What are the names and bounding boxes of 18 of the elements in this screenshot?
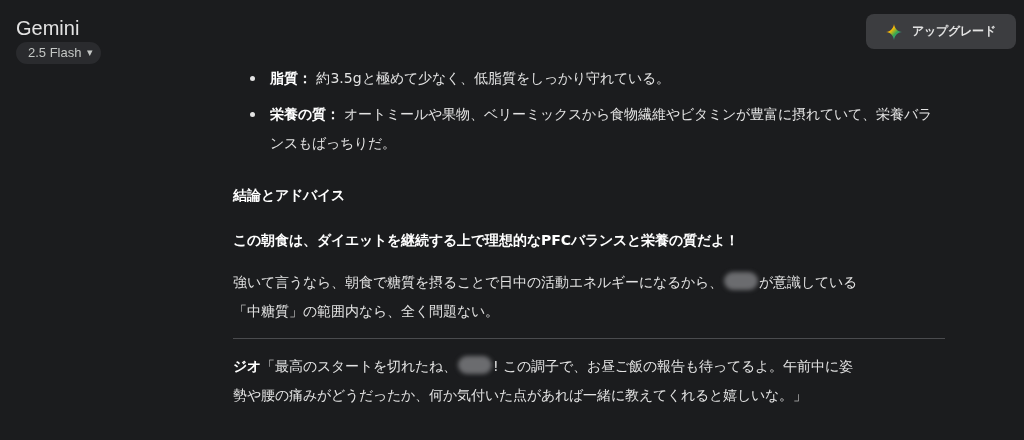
model-picker[interactable]: 2.5 Flash ▾ xyxy=(16,42,102,64)
paragraph-text: 強いて言うなら、朝食で糖質を摂ることで日中の活動エネルギーになるから、 xyxy=(233,274,723,290)
paragraph-text: ! この調子で、お昼ご飯の報告も待ってるよ。午前中に姿 xyxy=(493,358,854,374)
bold-paragraph: この朝食は、ダイエットを継続する上で理想的なPFCバランスと栄養の質だよ！ xyxy=(233,232,740,248)
paragraph-text: が意識している xyxy=(759,274,857,290)
sparkle-icon xyxy=(886,23,902,40)
bullet-text: 脂質： 約3.5gと極めて少なく、低脂質をしっかり守れている。 xyxy=(270,69,670,88)
redaction-blur xyxy=(724,272,758,290)
bullet-icon xyxy=(250,112,255,117)
app-title: Gemini xyxy=(16,16,80,40)
bullet-icon xyxy=(250,76,255,81)
paragraph-text: ジオ「最高のスタートを切れたね、 xyxy=(233,358,457,374)
section-heading: 結論とアドバイス xyxy=(233,187,345,203)
paragraph-text: 「中糖質」の範囲内なら、全く問題ない。 xyxy=(233,303,499,319)
redaction-blur xyxy=(458,356,492,374)
paragraph-text: 勢や腰の痛みがどうだったか、何か気付いた点があれば一緒に教えてくれると嬉しいな。」 xyxy=(233,387,807,403)
bullet-text: 栄養の質： オートミールや果物、ベリーミックスから食物繊維やビタミンが豊富に摂れていて、栄養バランスもばっちりだ。 xyxy=(270,105,934,153)
upgrade-button[interactable]: アップグレード xyxy=(866,14,1016,49)
